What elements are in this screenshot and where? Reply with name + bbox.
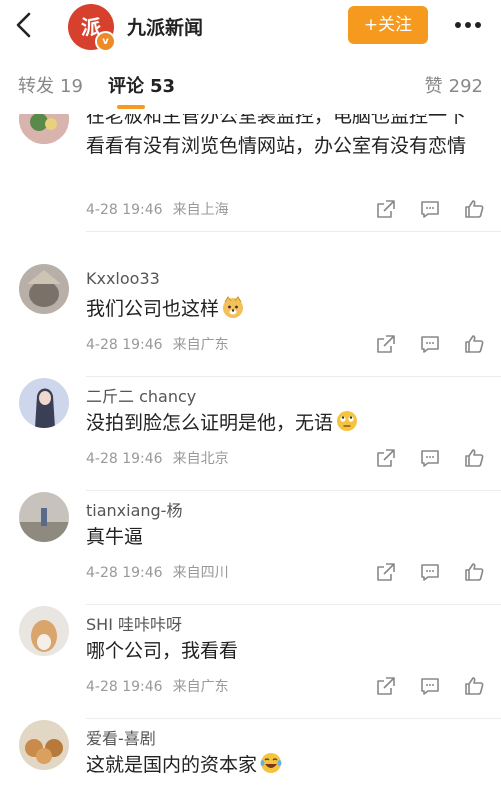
comment-icon[interactable] bbox=[419, 447, 441, 469]
avatar-image bbox=[19, 720, 69, 770]
share-icon[interactable] bbox=[375, 561, 397, 583]
active-tab-indicator bbox=[117, 105, 145, 109]
divider bbox=[86, 231, 501, 232]
comment-item: tianxiang-杨 真牛逼 4-28 19:46 来自四川 bbox=[0, 492, 501, 607]
avatar[interactable] bbox=[19, 606, 69, 656]
avatar-image bbox=[19, 606, 69, 656]
more-options-icon[interactable] bbox=[450, 10, 486, 40]
verified-badge: v bbox=[95, 31, 116, 52]
thumbs-up-icon[interactable] bbox=[463, 198, 485, 220]
comment-text-line: 没拍到脸怎么证明是他，无语 bbox=[86, 408, 486, 438]
comment-actions bbox=[375, 561, 485, 583]
share-icon[interactable] bbox=[375, 198, 397, 220]
comment-username[interactable]: 二斤二 chancy bbox=[86, 383, 196, 407]
comment-actions bbox=[375, 198, 485, 220]
account-name[interactable]: 九派新闻 bbox=[127, 13, 203, 40]
comment-item: 二斤二 chancy 没拍到脸怎么证明是他，无语 4-28 19:46 来自北京 bbox=[0, 378, 501, 493]
divider bbox=[86, 718, 501, 719]
share-icon[interactable] bbox=[375, 675, 397, 697]
comment-location: 来自北京 bbox=[172, 451, 229, 467]
comment-time: 4-28 19:46 bbox=[86, 679, 163, 695]
comment-username[interactable]: 爱看-喜剧 bbox=[86, 725, 156, 749]
comment-actions bbox=[375, 675, 485, 697]
tab-comment[interactable]: 评论 53 bbox=[108, 72, 175, 98]
comment-text: 这就是国内的资本家 bbox=[86, 754, 258, 776]
comment-username[interactable]: SHI 哇咔咔呀 bbox=[86, 611, 182, 635]
comment-text: 没拍到脸怎么证明是他，无语 bbox=[86, 412, 334, 434]
eye-roll-emoji bbox=[337, 411, 358, 431]
comment-text: 在老板和主管办公室装监控，电脑也监控一下 看看有没有浏览色情网站，办公室有没有恋… bbox=[86, 114, 467, 157]
comment-item: Kxxloo33 我们公司也这样 4-28 19:46 来自广东 bbox=[0, 264, 501, 379]
comment-text: 哪个公司，我看看 bbox=[86, 640, 239, 662]
avatar[interactable] bbox=[19, 492, 69, 542]
comment-time: 4-28 19:46 bbox=[86, 451, 163, 467]
avatar-image bbox=[19, 114, 69, 144]
comment-item: 在老板和主管办公室装监控，电脑也监控一下 看看有没有浏览色情网站，办公室有没有恋… bbox=[0, 114, 501, 232]
comment-meta: 4-28 19:46 来自广东 bbox=[86, 334, 229, 354]
comment-time: 4-28 19:46 bbox=[86, 565, 163, 581]
top-bar: 派 v 九派新闻 +关注 bbox=[0, 0, 501, 52]
comment-text-line: 这就是国内的资本家 bbox=[86, 750, 486, 780]
thumbs-up-icon[interactable] bbox=[463, 561, 485, 583]
divider bbox=[86, 376, 501, 377]
doge-emoji bbox=[223, 296, 244, 318]
tab-comment-count: 53 bbox=[150, 76, 176, 97]
share-icon[interactable] bbox=[375, 447, 397, 469]
comment-text: 我们公司也这样 bbox=[86, 298, 220, 320]
tab-like-label: 赞 bbox=[424, 76, 443, 97]
avatar[interactable] bbox=[19, 264, 69, 314]
comment-actions bbox=[375, 447, 485, 469]
tab-like-count: 292 bbox=[448, 76, 483, 97]
avatar[interactable] bbox=[19, 114, 69, 144]
divider bbox=[86, 604, 501, 605]
comment-icon[interactable] bbox=[419, 561, 441, 583]
tab-repost-count: 19 bbox=[60, 76, 83, 97]
comment-text-line: 我们公司也这样 bbox=[86, 294, 486, 324]
avatar[interactable] bbox=[19, 378, 69, 428]
comment-text: 真牛逼 bbox=[86, 526, 144, 548]
comment-list: 在老板和主管办公室装监控，电脑也监控一下 看看有没有浏览色情网站，办公室有没有恋… bbox=[0, 114, 501, 800]
laugh-cry-emoji bbox=[260, 753, 282, 773]
comment-meta: 4-28 19:46 来自四川 bbox=[86, 562, 229, 582]
comment-icon[interactable] bbox=[419, 675, 441, 697]
comment-username[interactable]: Kxxloo33 bbox=[86, 269, 160, 288]
thumbs-up-icon[interactable] bbox=[463, 447, 485, 469]
thumbs-up-icon[interactable] bbox=[463, 675, 485, 697]
comment-username[interactable]: tianxiang-杨 bbox=[86, 497, 182, 521]
comment-item: SHI 哇咔咔呀 哪个公司，我看看 4-28 19:46 来自广东 bbox=[0, 606, 501, 721]
comment-location: 来自上海 bbox=[172, 202, 229, 218]
comment-time: 4-28 19:46 bbox=[86, 202, 163, 218]
comment-meta: 4-28 19:46 来自上海 bbox=[86, 199, 229, 219]
follow-button[interactable]: +关注 bbox=[348, 6, 428, 44]
comment-location: 来自广东 bbox=[172, 679, 229, 695]
tab-bar: 转发 19 评论 53 赞 292 bbox=[0, 52, 501, 114]
comment-meta: 4-28 19:46 来自广东 bbox=[86, 676, 229, 696]
avatar-image bbox=[19, 264, 69, 314]
avatar-image bbox=[19, 378, 69, 428]
back-chevron-icon[interactable] bbox=[10, 10, 40, 40]
comment-icon[interactable] bbox=[419, 333, 441, 355]
comment-item: 爱看-喜剧 这就是国内的资本家 bbox=[0, 720, 501, 800]
thumbs-up-icon[interactable] bbox=[463, 333, 485, 355]
tab-repost-label: 转发 bbox=[18, 76, 54, 97]
comment-meta: 4-28 19:46 来自北京 bbox=[86, 448, 229, 468]
comment-icon[interactable] bbox=[419, 198, 441, 220]
divider bbox=[86, 490, 501, 491]
comment-actions bbox=[375, 333, 485, 355]
comment-location: 来自广东 bbox=[172, 337, 229, 353]
tab-like[interactable]: 赞 292 bbox=[425, 72, 483, 98]
avatar[interactable] bbox=[19, 720, 69, 770]
tab-repost[interactable]: 转发 19 bbox=[18, 72, 83, 98]
account-avatar[interactable]: 派 v bbox=[68, 4, 116, 52]
comment-location: 来自四川 bbox=[172, 565, 229, 581]
share-icon[interactable] bbox=[375, 333, 397, 355]
tab-comment-label: 评论 bbox=[108, 76, 144, 97]
avatar-image bbox=[19, 492, 69, 542]
comment-time: 4-28 19:46 bbox=[86, 337, 163, 353]
